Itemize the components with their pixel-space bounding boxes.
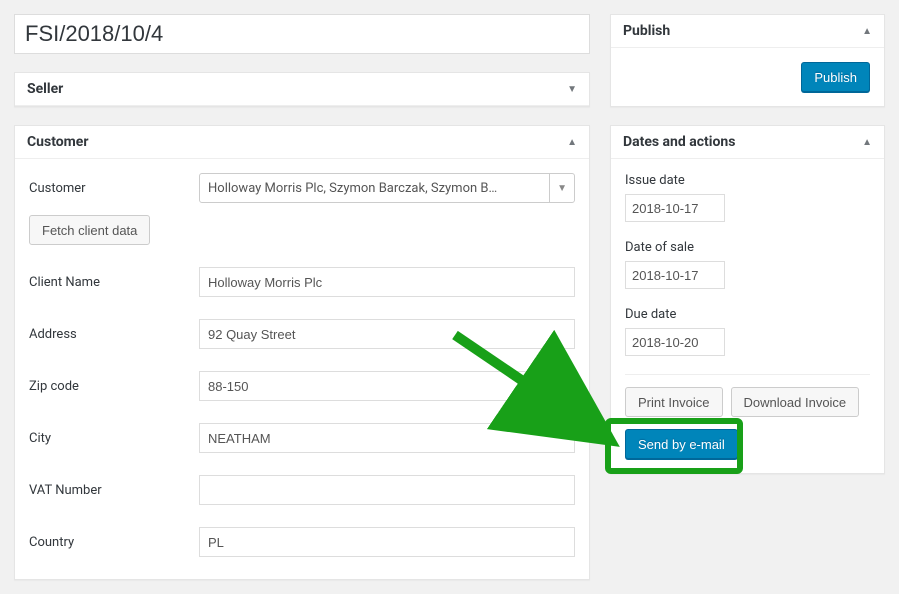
client-name-input[interactable] bbox=[199, 267, 575, 297]
issue-date-input[interactable] bbox=[625, 194, 725, 222]
publish-heading: Publish bbox=[623, 23, 670, 39]
seller-heading: Seller bbox=[27, 81, 63, 97]
country-label: Country bbox=[29, 535, 199, 550]
city-label: City bbox=[29, 431, 199, 446]
seller-metabox: Seller ▼ bbox=[14, 72, 590, 107]
dates-actions-metabox: Dates and actions ▲ Issue date Date of s… bbox=[610, 125, 885, 474]
customer-select-value: Holloway Morris Plc, Szymon Barczak, Szy… bbox=[208, 181, 497, 196]
country-input[interactable] bbox=[199, 527, 575, 557]
chevron-down-icon: ▼ bbox=[567, 84, 577, 95]
customer-select[interactable]: Holloway Morris Plc, Szymon Barczak, Szy… bbox=[199, 173, 575, 203]
publish-metabox: Publish ▲ Publish bbox=[610, 14, 885, 107]
address-label: Address bbox=[29, 327, 199, 342]
city-input[interactable] bbox=[199, 423, 575, 453]
customer-heading: Customer bbox=[27, 134, 88, 150]
client-name-label: Client Name bbox=[29, 275, 199, 290]
publish-button[interactable]: Publish bbox=[801, 62, 870, 92]
seller-toggle[interactable]: Seller ▼ bbox=[15, 73, 589, 106]
issue-date-label: Issue date bbox=[625, 173, 870, 188]
due-date-label: Due date bbox=[625, 307, 870, 322]
dates-actions-heading: Dates and actions bbox=[623, 134, 735, 150]
publish-toggle[interactable]: Publish ▲ bbox=[611, 15, 884, 48]
fetch-client-data-button[interactable]: Fetch client data bbox=[29, 215, 150, 245]
print-invoice-button[interactable]: Print Invoice bbox=[625, 387, 723, 417]
download-invoice-button[interactable]: Download Invoice bbox=[731, 387, 860, 417]
date-of-sale-input[interactable] bbox=[625, 261, 725, 289]
chevron-up-icon: ▲ bbox=[862, 137, 872, 148]
due-date-input[interactable] bbox=[625, 328, 725, 356]
customer-label: Customer bbox=[29, 181, 199, 196]
chevron-down-icon: ▼ bbox=[549, 174, 574, 202]
customer-metabox: Customer ▲ Customer Holloway Morris Plc,… bbox=[14, 125, 590, 580]
invoice-title-input[interactable] bbox=[14, 14, 590, 54]
dates-actions-toggle[interactable]: Dates and actions ▲ bbox=[611, 126, 884, 159]
zip-label: Zip code bbox=[29, 379, 199, 394]
customer-toggle[interactable]: Customer ▲ bbox=[15, 126, 589, 159]
vat-label: VAT Number bbox=[29, 483, 199, 498]
zip-input[interactable] bbox=[199, 371, 575, 401]
chevron-up-icon: ▲ bbox=[567, 137, 577, 148]
chevron-up-icon: ▲ bbox=[862, 26, 872, 37]
vat-input[interactable] bbox=[199, 475, 575, 505]
send-by-email-button[interactable]: Send by e-mail bbox=[625, 429, 738, 459]
address-input[interactable] bbox=[199, 319, 575, 349]
date-of-sale-label: Date of sale bbox=[625, 240, 870, 255]
